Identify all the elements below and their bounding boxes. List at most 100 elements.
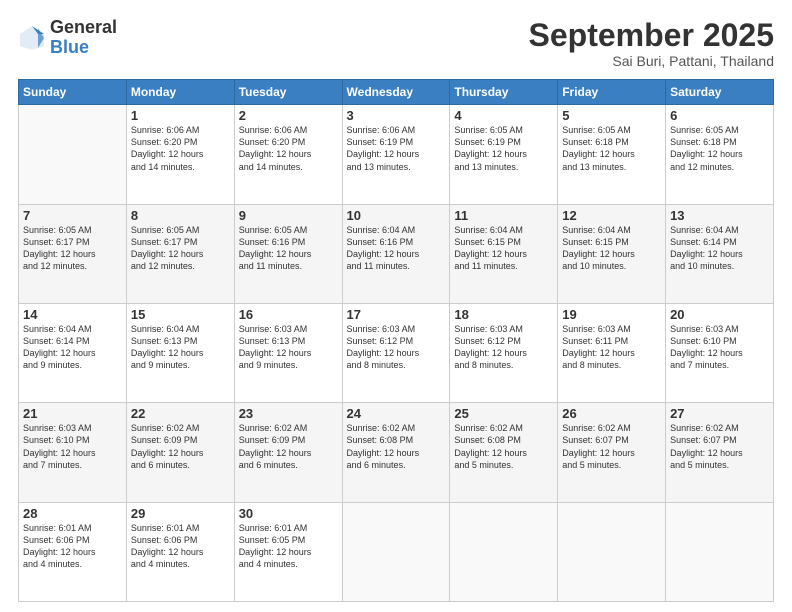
day-info: Sunrise: 6:04 AMSunset: 6:14 PMDaylight:… [23, 323, 122, 372]
header: General Blue September 2025 Sai Buri, Pa… [18, 18, 774, 69]
table-row: 27Sunrise: 6:02 AMSunset: 6:07 PMDayligh… [666, 403, 774, 502]
day-info: Sunrise: 6:02 AMSunset: 6:07 PMDaylight:… [670, 422, 769, 471]
day-number: 30 [239, 506, 338, 521]
day-number: 14 [23, 307, 122, 322]
day-info: Sunrise: 6:04 AMSunset: 6:13 PMDaylight:… [131, 323, 230, 372]
table-row: 3Sunrise: 6:06 AMSunset: 6:19 PMDaylight… [342, 105, 450, 204]
table-row [450, 502, 558, 601]
header-wednesday: Wednesday [342, 80, 450, 105]
logo-icon [18, 24, 46, 52]
table-row: 11Sunrise: 6:04 AMSunset: 6:15 PMDayligh… [450, 204, 558, 303]
table-row: 14Sunrise: 6:04 AMSunset: 6:14 PMDayligh… [19, 303, 127, 402]
table-row: 1Sunrise: 6:06 AMSunset: 6:20 PMDaylight… [126, 105, 234, 204]
day-number: 24 [347, 406, 446, 421]
day-number: 22 [131, 406, 230, 421]
day-number: 11 [454, 208, 553, 223]
calendar-week-row: 21Sunrise: 6:03 AMSunset: 6:10 PMDayligh… [19, 403, 774, 502]
logo-text: General Blue [50, 18, 117, 58]
table-row [342, 502, 450, 601]
table-row: 20Sunrise: 6:03 AMSunset: 6:10 PMDayligh… [666, 303, 774, 402]
table-row: 23Sunrise: 6:02 AMSunset: 6:09 PMDayligh… [234, 403, 342, 502]
table-row: 10Sunrise: 6:04 AMSunset: 6:16 PMDayligh… [342, 204, 450, 303]
day-number: 9 [239, 208, 338, 223]
day-info: Sunrise: 6:04 AMSunset: 6:16 PMDaylight:… [347, 224, 446, 273]
day-info: Sunrise: 6:03 AMSunset: 6:13 PMDaylight:… [239, 323, 338, 372]
table-row: 8Sunrise: 6:05 AMSunset: 6:17 PMDaylight… [126, 204, 234, 303]
day-number: 29 [131, 506, 230, 521]
header-tuesday: Tuesday [234, 80, 342, 105]
table-row [666, 502, 774, 601]
table-row [19, 105, 127, 204]
table-row: 7Sunrise: 6:05 AMSunset: 6:17 PMDaylight… [19, 204, 127, 303]
table-row: 18Sunrise: 6:03 AMSunset: 6:12 PMDayligh… [450, 303, 558, 402]
day-number: 12 [562, 208, 661, 223]
day-info: Sunrise: 6:05 AMSunset: 6:19 PMDaylight:… [454, 124, 553, 173]
header-thursday: Thursday [450, 80, 558, 105]
day-info: Sunrise: 6:06 AMSunset: 6:20 PMDaylight:… [131, 124, 230, 173]
calendar-week-row: 1Sunrise: 6:06 AMSunset: 6:20 PMDaylight… [19, 105, 774, 204]
day-info: Sunrise: 6:03 AMSunset: 6:12 PMDaylight:… [454, 323, 553, 372]
header-friday: Friday [558, 80, 666, 105]
day-info: Sunrise: 6:02 AMSunset: 6:07 PMDaylight:… [562, 422, 661, 471]
day-info: Sunrise: 6:05 AMSunset: 6:17 PMDaylight:… [23, 224, 122, 273]
day-info: Sunrise: 6:05 AMSunset: 6:18 PMDaylight:… [670, 124, 769, 173]
day-number: 26 [562, 406, 661, 421]
title-section: September 2025 Sai Buri, Pattani, Thaila… [529, 18, 774, 69]
table-row: 5Sunrise: 6:05 AMSunset: 6:18 PMDaylight… [558, 105, 666, 204]
day-number: 20 [670, 307, 769, 322]
table-row: 26Sunrise: 6:02 AMSunset: 6:07 PMDayligh… [558, 403, 666, 502]
table-row: 2Sunrise: 6:06 AMSunset: 6:20 PMDaylight… [234, 105, 342, 204]
day-number: 28 [23, 506, 122, 521]
day-number: 7 [23, 208, 122, 223]
day-info: Sunrise: 6:02 AMSunset: 6:08 PMDaylight:… [347, 422, 446, 471]
location-subtitle: Sai Buri, Pattani, Thailand [529, 53, 774, 69]
table-row: 15Sunrise: 6:04 AMSunset: 6:13 PMDayligh… [126, 303, 234, 402]
table-row [558, 502, 666, 601]
day-number: 8 [131, 208, 230, 223]
day-info: Sunrise: 6:04 AMSunset: 6:14 PMDaylight:… [670, 224, 769, 273]
calendar-week-row: 7Sunrise: 6:05 AMSunset: 6:17 PMDaylight… [19, 204, 774, 303]
table-row: 6Sunrise: 6:05 AMSunset: 6:18 PMDaylight… [666, 105, 774, 204]
day-number: 21 [23, 406, 122, 421]
day-number: 10 [347, 208, 446, 223]
day-info: Sunrise: 6:04 AMSunset: 6:15 PMDaylight:… [454, 224, 553, 273]
day-number: 6 [670, 108, 769, 123]
day-info: Sunrise: 6:02 AMSunset: 6:08 PMDaylight:… [454, 422, 553, 471]
logo-blue: Blue [50, 38, 117, 58]
day-info: Sunrise: 6:03 AMSunset: 6:10 PMDaylight:… [23, 422, 122, 471]
day-info: Sunrise: 6:03 AMSunset: 6:11 PMDaylight:… [562, 323, 661, 372]
day-number: 4 [454, 108, 553, 123]
day-number: 15 [131, 307, 230, 322]
day-number: 1 [131, 108, 230, 123]
calendar-week-row: 14Sunrise: 6:04 AMSunset: 6:14 PMDayligh… [19, 303, 774, 402]
day-info: Sunrise: 6:06 AMSunset: 6:20 PMDaylight:… [239, 124, 338, 173]
logo-general: General [50, 18, 117, 38]
day-info: Sunrise: 6:05 AMSunset: 6:17 PMDaylight:… [131, 224, 230, 273]
page: General Blue September 2025 Sai Buri, Pa… [0, 0, 792, 612]
table-row: 13Sunrise: 6:04 AMSunset: 6:14 PMDayligh… [666, 204, 774, 303]
day-info: Sunrise: 6:05 AMSunset: 6:18 PMDaylight:… [562, 124, 661, 173]
day-info: Sunrise: 6:02 AMSunset: 6:09 PMDaylight:… [131, 422, 230, 471]
day-info: Sunrise: 6:04 AMSunset: 6:15 PMDaylight:… [562, 224, 661, 273]
day-number: 3 [347, 108, 446, 123]
day-number: 16 [239, 307, 338, 322]
header-monday: Monday [126, 80, 234, 105]
table-row: 24Sunrise: 6:02 AMSunset: 6:08 PMDayligh… [342, 403, 450, 502]
table-row: 21Sunrise: 6:03 AMSunset: 6:10 PMDayligh… [19, 403, 127, 502]
day-number: 27 [670, 406, 769, 421]
table-row: 22Sunrise: 6:02 AMSunset: 6:09 PMDayligh… [126, 403, 234, 502]
day-number: 18 [454, 307, 553, 322]
day-number: 25 [454, 406, 553, 421]
month-title: September 2025 [529, 18, 774, 53]
day-info: Sunrise: 6:05 AMSunset: 6:16 PMDaylight:… [239, 224, 338, 273]
table-row: 17Sunrise: 6:03 AMSunset: 6:12 PMDayligh… [342, 303, 450, 402]
day-info: Sunrise: 6:06 AMSunset: 6:19 PMDaylight:… [347, 124, 446, 173]
day-number: 19 [562, 307, 661, 322]
weekday-header-row: Sunday Monday Tuesday Wednesday Thursday… [19, 80, 774, 105]
header-sunday: Sunday [19, 80, 127, 105]
table-row: 4Sunrise: 6:05 AMSunset: 6:19 PMDaylight… [450, 105, 558, 204]
table-row: 29Sunrise: 6:01 AMSunset: 6:06 PMDayligh… [126, 502, 234, 601]
day-info: Sunrise: 6:01 AMSunset: 6:06 PMDaylight:… [131, 522, 230, 571]
table-row: 28Sunrise: 6:01 AMSunset: 6:06 PMDayligh… [19, 502, 127, 601]
calendar-table: Sunday Monday Tuesday Wednesday Thursday… [18, 79, 774, 602]
